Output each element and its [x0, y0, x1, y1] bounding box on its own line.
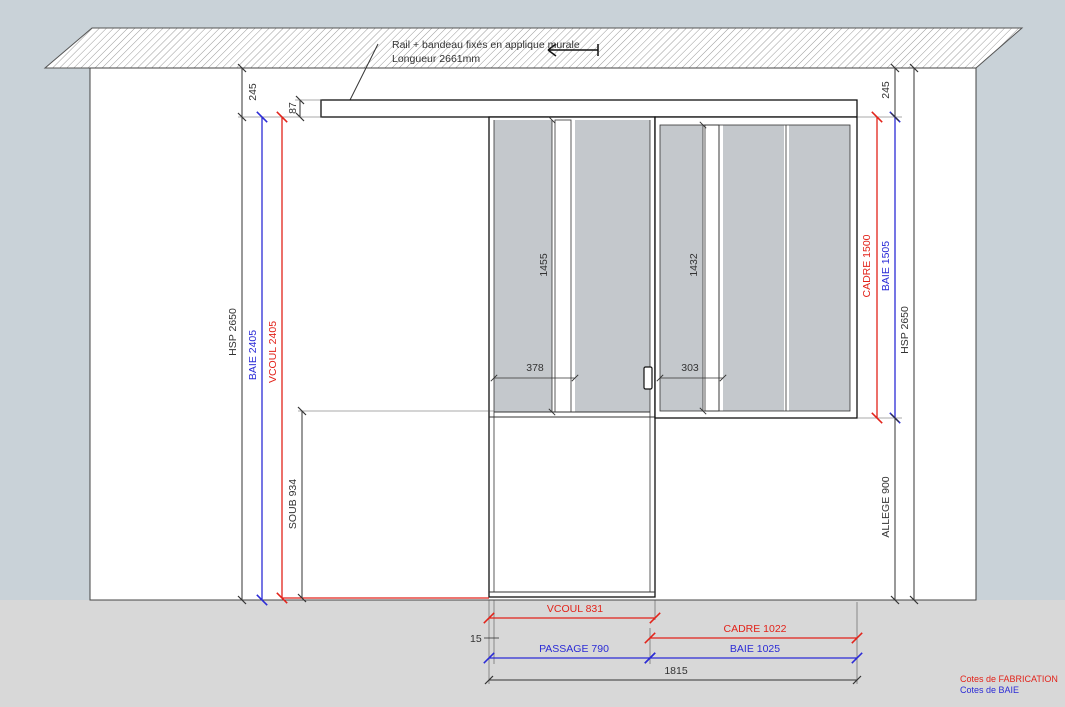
dim-door-glass-height: 1455: [538, 253, 550, 277]
rail: [320, 99, 858, 118]
dim-baie-left: BAIE 2405: [247, 330, 259, 380]
dim-soub: SOUB 934: [287, 479, 299, 529]
dim-245-left: 245: [247, 83, 259, 101]
door-handle-icon: [643, 366, 653, 390]
dim-passage: PASSAGE 790: [539, 643, 609, 655]
dim-total-width: 1815: [664, 665, 688, 677]
dim-door-pane-width: 378: [526, 362, 544, 374]
dim-245-right: 245: [880, 81, 892, 99]
dim-cadre-width: CADRE 1022: [723, 623, 786, 635]
dim-hsp-left: HSP 2650: [227, 308, 239, 356]
sliding-door: [488, 116, 656, 598]
legend-baie: Cotes de BAIE: [960, 685, 1019, 695]
note-line-1: Rail + bandeau fixés en applique murale: [392, 39, 580, 51]
note-line-2: Longueur 2661mm: [392, 53, 480, 65]
dim-verriere-glass-height: 1432: [688, 253, 700, 277]
dim-gap-15: 15: [470, 633, 482, 645]
elevation-drawing: Rail + bandeau fixés en applique murale …: [0, 27, 1065, 707]
dim-vcoul-left: VCOUL 2405: [267, 321, 279, 383]
dim-verriere-pane-width: 303: [681, 362, 699, 374]
dim-allege: ALLEGE 900: [880, 476, 892, 537]
dim-hsp-right: HSP 2650: [899, 306, 911, 354]
legend-fabrication: Cotes de FABRICATION: [960, 674, 1058, 684]
dim-cadre-height: CADRE 1500: [861, 234, 873, 297]
dim-baie-width: BAIE 1025: [730, 643, 780, 655]
dim-87: 87: [287, 102, 299, 114]
dim-baie-height: BAIE 1505: [880, 241, 892, 291]
dim-vcoul-bottom: VCOUL 831: [547, 603, 603, 615]
floor: [0, 600, 1065, 707]
